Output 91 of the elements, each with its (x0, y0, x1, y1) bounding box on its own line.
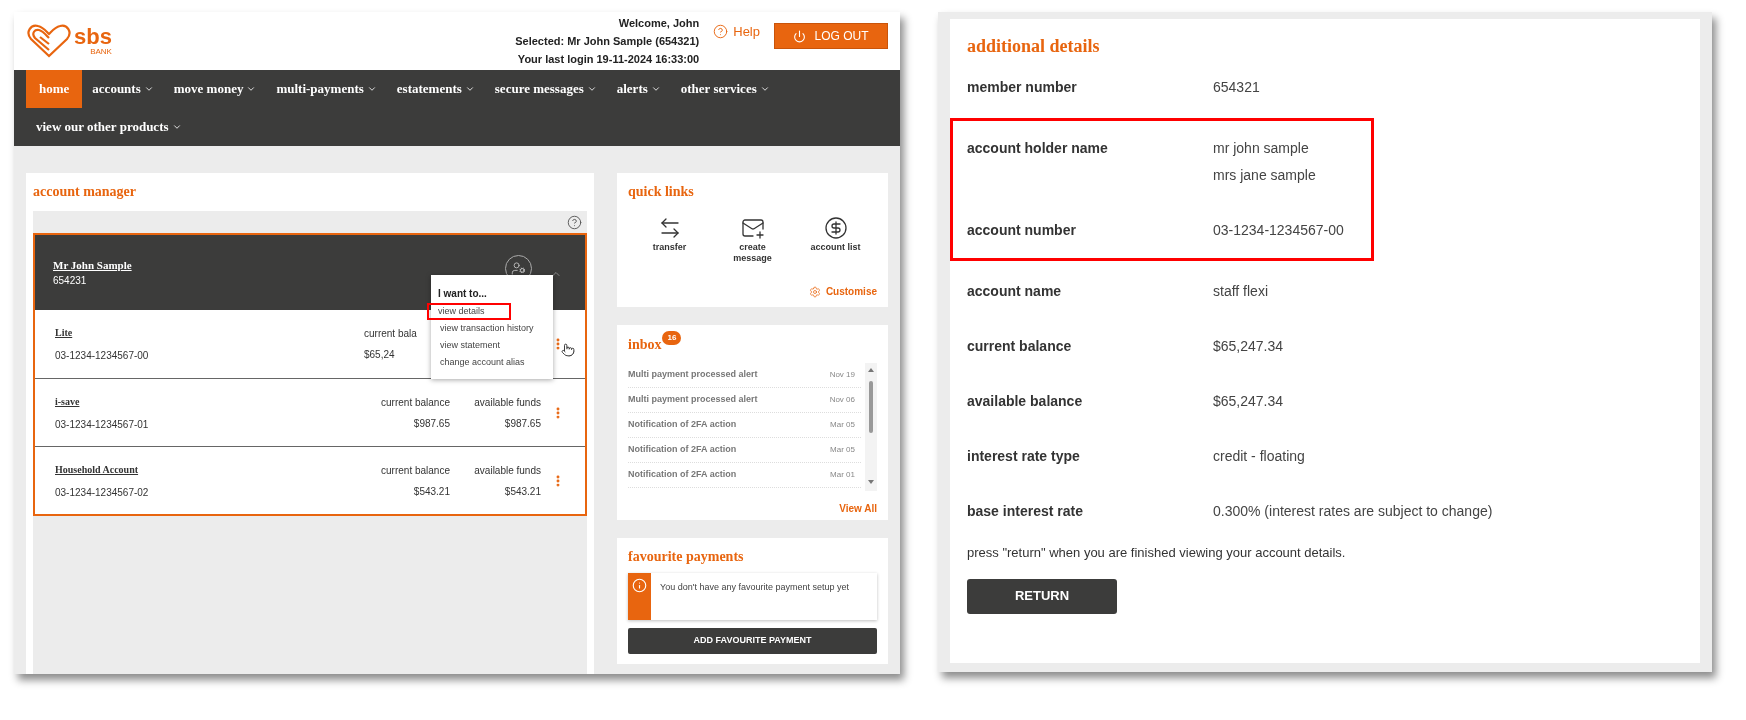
chevron-down-icon (246, 84, 257, 94)
notice-text: You don't have any favourite payment setup yet (659, 581, 850, 594)
quick-link[interactable]: transfer (631, 216, 708, 253)
customer-number: 654231 (53, 274, 88, 289)
account-number: 03-1234-1234567-00 (55, 349, 149, 363)
chevron-down-icon (650, 84, 661, 94)
balance-label: available funds (474, 463, 541, 478)
envelope-plus-icon (740, 216, 765, 240)
account-name[interactable]: i-save (55, 393, 149, 409)
account-number: 03-1234-1234567-01 (55, 417, 149, 432)
detail-label: member number (967, 78, 1078, 97)
detail-label: base interest rate (967, 502, 1084, 521)
balance-value: $543.21 (413, 484, 450, 499)
detail-value: credit - floating (1213, 447, 1305, 466)
nav-item[interactable]: estatements (386, 70, 485, 108)
hand-cursor-icon (561, 342, 575, 358)
detail-label: available balance (967, 392, 1084, 411)
balance-label: current balance (381, 463, 450, 478)
power-icon (793, 29, 807, 43)
chevron-down-icon (464, 84, 475, 94)
scrollbar[interactable] (865, 363, 877, 491)
instruction-text: press "return" when you are finished viewing your account details. (966, 544, 1347, 562)
detail-value: $65,247.34 (1213, 392, 1284, 411)
detail-value: mr john sample (1213, 139, 1310, 158)
selected-member-text: Selected: Mr John Sample (654321) (515, 34, 700, 49)
detail-value: 654321 (1213, 78, 1260, 97)
balance-value: $987.65 (504, 416, 541, 431)
info-icon (632, 578, 647, 593)
inbox-message[interactable]: Notification of 2FA action Mar 01 (628, 463, 861, 488)
chevron-down-icon (586, 84, 597, 94)
detail-label: interest rate type (967, 447, 1081, 466)
add-favourite-payment-button[interactable]: ADD FAVOURITE PAYMENT (628, 628, 877, 654)
customer-name[interactable]: Mr John Sample (53, 256, 132, 274)
balance-value: $65,24 (364, 348, 395, 362)
chevron-down-icon (366, 84, 377, 94)
welcome-text: Welcome, John (618, 16, 700, 31)
card-title: inbox (628, 336, 662, 354)
quick-link[interactable]: account list (797, 216, 874, 253)
nav-item[interactable]: alerts (606, 70, 671, 108)
inbox-message[interactable]: Multi payment processed alert Nov 19 (628, 363, 861, 388)
inbox-message[interactable]: Notification of 2FA action Mar 05 (628, 438, 861, 463)
nav-item[interactable]: multi-payments (266, 70, 387, 108)
logo-subtext: BANK (90, 48, 112, 56)
menu-item[interactable]: view details (427, 303, 511, 320)
unread-count-badge: 16 (662, 331, 682, 345)
menu-heading: I want to... (438, 287, 488, 301)
balance-label: available funds (474, 395, 541, 410)
nav-item[interactable]: view our other products (26, 108, 192, 146)
detail-value: 0.300% (interest rates are subject to change) (1213, 502, 1493, 521)
card-title: quick links (628, 183, 695, 201)
card-title: account manager (33, 183, 138, 201)
detail-value: 03-1234-1234567-00 (1213, 221, 1344, 240)
inbox-message[interactable]: Notification of 2FA action Mar 05 (628, 413, 861, 438)
account-row[interactable]: Household Account 03-1234-1234567-02 current balance $543.21 available funds $543.21 (35, 446, 585, 514)
menu-item[interactable]: view statement (437, 337, 547, 354)
return-button[interactable]: RETURN (967, 578, 1117, 614)
dollar-icon (823, 216, 848, 240)
nav-item[interactable]: move money (163, 70, 267, 108)
nav-item[interactable]: accounts (82, 70, 164, 108)
logo-icon (26, 23, 72, 59)
account-number: 03-1234-1234567-02 (55, 485, 149, 500)
detail-label: account name (967, 282, 1063, 301)
last-login-text: Your last login 19-11-2024 16:33:00 (517, 52, 700, 67)
inbox-message[interactable]: Multi payment processed alert Nov 06 (628, 388, 861, 413)
chevron-down-icon (143, 84, 154, 94)
detail-label: current balance (967, 337, 1073, 356)
balance-label: current bala (364, 327, 417, 341)
detail-label: account holder name (967, 139, 1109, 158)
quick-link[interactable]: create message (714, 216, 791, 264)
detail-value: $65,247.34 (1213, 337, 1284, 356)
balance-value: $987.65 (413, 416, 450, 431)
nav-item[interactable]: other services (670, 70, 780, 108)
account-row[interactable]: i-save 03-1234-1234567-01 current balance $987.65 available funds $987.65 (35, 378, 585, 446)
settings-icon (808, 285, 821, 298)
balance-value: $543.21 (504, 484, 541, 499)
chevron-down-icon (759, 84, 770, 94)
account-name[interactable]: Lite (55, 325, 149, 340)
menu-item[interactable]: change account alias (437, 354, 547, 371)
panel-title: additional details (966, 35, 1101, 58)
nav-item[interactable]: secure messages (484, 70, 607, 108)
menu-item[interactable]: view transaction history (437, 320, 547, 337)
detail-value: staff flexi (1213, 282, 1268, 301)
account-name[interactable]: Household Account (55, 461, 149, 477)
detail-label: account number (967, 221, 1077, 240)
logo-text: sbs (74, 26, 112, 48)
card-title: favourite payments (628, 548, 745, 566)
help-icon (713, 24, 729, 40)
chevron-down-icon (171, 122, 182, 132)
help-icon[interactable] (567, 214, 582, 230)
balance-label: current balance (381, 395, 450, 410)
detail-value: mrs jane sample (1213, 166, 1316, 185)
